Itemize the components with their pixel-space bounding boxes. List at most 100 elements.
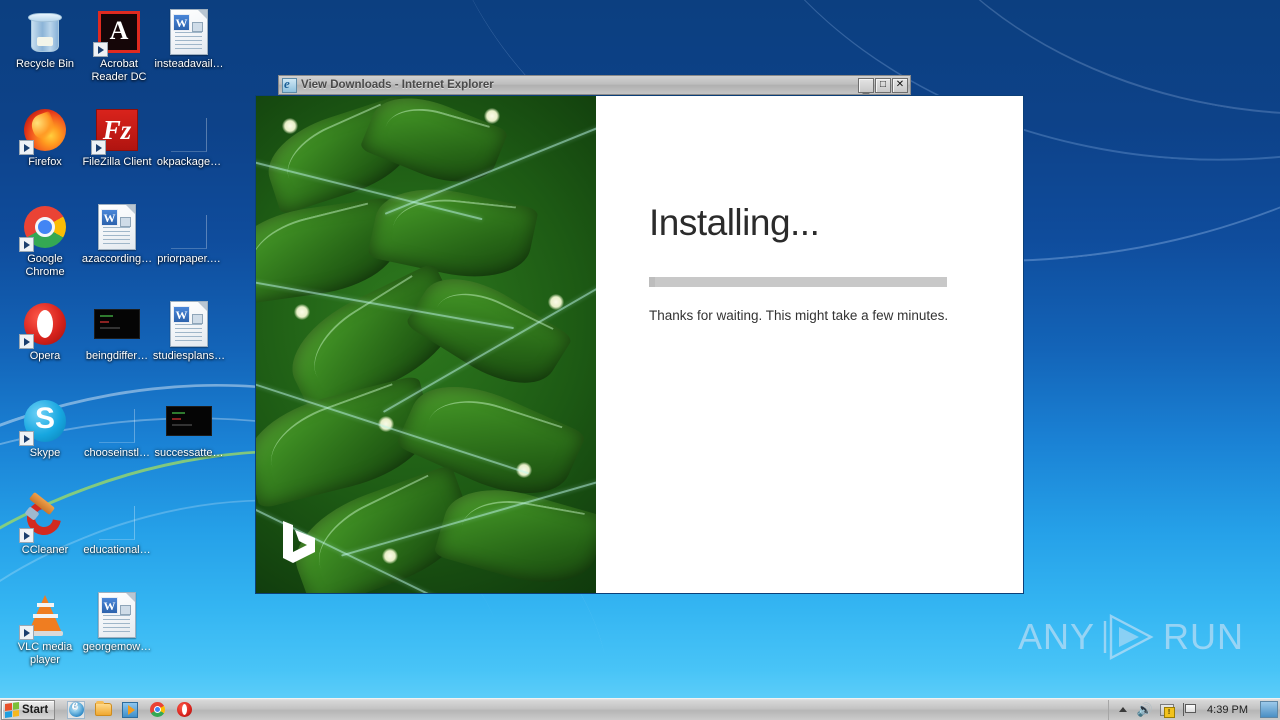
desktop-icon-art: W [93, 591, 141, 639]
media-player-icon [122, 701, 139, 718]
desktop-icon[interactable]: chooseinstl… [80, 397, 154, 460]
play-triangle-logo [1103, 614, 1154, 660]
desktop-icon-art [165, 397, 213, 445]
desktop-icon[interactable]: priorpaper.… [152, 203, 226, 266]
desktop-icon-label: insteadavail… [154, 58, 224, 70]
desktop-icon[interactable]: Opera [8, 300, 82, 363]
install-status-panel: Installing... Thanks for waiting. This m… [596, 96, 1023, 593]
taskbar-item-media-player[interactable] [121, 701, 139, 719]
desktop-icon-label: azaccording… [81, 253, 153, 265]
desktop-icon-label: Firefox [28, 156, 62, 168]
maximize-button[interactable]: □ [875, 77, 891, 93]
minimize-icon: _ [862, 80, 870, 95]
shortcut-arrow-icon [19, 237, 34, 252]
blank-file-icon [171, 205, 207, 249]
desktop-icon-label: priorpaper.… [157, 253, 221, 265]
desktop-icon-label: successatte… [154, 447, 224, 459]
taskbar-item-opera[interactable] [175, 701, 193, 719]
desktop-icon[interactable]: CCleaner [8, 491, 82, 557]
desktop-icon-label: VLC media player [17, 641, 73, 666]
desktop-icon[interactable]: S Skype [8, 397, 82, 460]
desktop-icon[interactable]: VLC media player [8, 591, 82, 666]
internet-explorer-icon [68, 698, 84, 717]
taskbar-item-windows-explorer[interactable] [94, 701, 112, 719]
start-button[interactable]: Start [1, 699, 56, 720]
window-title: View Downloads - Internet Explorer [301, 79, 494, 91]
desktop-icon[interactable]: successatte… [152, 397, 226, 460]
desktop-icon[interactable]: Firefox [8, 106, 82, 169]
desktop-icon[interactable]: Recycle Bin [8, 8, 82, 71]
desktop-icon-art [93, 300, 141, 348]
window-titlebar[interactable]: View Downloads - Internet Explorer _ □ ✕ [278, 75, 911, 95]
taskbar: Start 🔊 4:39 PM [0, 698, 1280, 720]
console-window-icon [94, 309, 140, 339]
internet-explorer-icon [282, 76, 297, 93]
folder-icon [94, 701, 112, 716]
leaf-shape [367, 176, 539, 290]
desktop-icon-art [165, 203, 213, 251]
recycle-bin-icon [27, 11, 63, 53]
desktop-icon-art: W [165, 300, 213, 348]
desktop-icon-art: A [93, 8, 143, 57]
close-icon: ✕ [895, 79, 905, 90]
anyrun-watermark: ANY RUN [1018, 612, 1244, 662]
shortcut-arrow-icon [19, 140, 34, 155]
desktop-icon-label: Google Chrome [25, 253, 65, 278]
desktop-icon[interactable]: educational… [80, 494, 154, 557]
desktop-icon-art [19, 106, 69, 155]
desktop-icon-label: CCleaner [21, 544, 69, 556]
taskbar-clock[interactable]: 4:39 PM [1203, 704, 1252, 716]
show-desktop-button[interactable] [1260, 701, 1278, 718]
shortcut-arrow-icon [19, 334, 34, 349]
quick-launch-bar [67, 698, 193, 719]
desktop-icon-label: Skype [29, 447, 61, 459]
desktop-icon[interactable]: A Acrobat Reader DC [82, 8, 156, 83]
anyrun-run-text: RUN [1163, 616, 1245, 657]
desktop-icon-art [19, 491, 69, 543]
taskbar-item-google-chrome[interactable] [148, 701, 166, 719]
desktop-icon-art: S [19, 397, 69, 446]
word-document-icon: W [98, 592, 136, 638]
shortcut-arrow-icon [19, 528, 34, 543]
action-center-flag-icon[interactable] [1181, 702, 1197, 717]
console-window-icon [166, 406, 212, 436]
desktop-icon-art [93, 494, 141, 542]
chrome-icon [149, 702, 165, 717]
system-tray: 🔊 4:39 PM [1108, 699, 1280, 720]
shortcut-arrow-icon [93, 42, 108, 57]
bing-logo [283, 521, 315, 563]
shortcut-arrow-icon [19, 625, 34, 640]
leaf-tip [282, 118, 298, 134]
volume-icon[interactable]: 🔊 [1136, 702, 1152, 717]
internet-explorer-window[interactable]: View Downloads - Internet Explorer _ □ ✕ [278, 75, 911, 95]
desktop-icon[interactable]: Fz FileZilla Client [80, 106, 154, 169]
network-warning-icon[interactable] [1159, 702, 1175, 718]
desktop-icon[interactable]: Google Chrome [8, 203, 82, 278]
desktop-icon[interactable]: W studiesplans… [152, 300, 226, 363]
desktop-icon-label: georgemow… [82, 641, 152, 653]
desktop-icon-label: Recycle Bin [15, 58, 75, 70]
leaf-tip [294, 304, 310, 320]
desktop-icon[interactable]: W insteadavail… [152, 8, 226, 71]
desktop-icon-label: okpackage… [156, 156, 222, 168]
taskbar-item-internet-explorer[interactable] [67, 698, 86, 719]
window-controls: _ □ ✕ [858, 77, 908, 95]
minimize-button[interactable]: _ [858, 77, 874, 95]
desktop-icon-art [93, 397, 141, 445]
desktop-icon[interactable]: okpackage… [152, 106, 226, 169]
close-button[interactable]: ✕ [892, 77, 908, 93]
desktop-icon-label: beingdiffer… [85, 350, 149, 362]
page-title: Installing... [649, 202, 820, 243]
shortcut-arrow-icon [19, 431, 34, 446]
desktop-icon-art [19, 203, 69, 252]
desktop-icon-label: FileZilla Client [82, 156, 152, 168]
install-subtext: Thanks for waiting. This might take a fe… [649, 308, 949, 323]
desktop-icon[interactable]: W azaccording… [80, 203, 154, 266]
show-hidden-icons-button[interactable] [1115, 702, 1130, 717]
opera-icon [176, 702, 192, 717]
bing-hero-image [256, 96, 596, 593]
anyrun-any-text: ANY [1018, 616, 1096, 657]
desktop-icon[interactable]: W georgemow… [80, 591, 154, 654]
desktop-icon[interactable]: beingdiffer… [80, 300, 154, 363]
desktop-icon-art [21, 8, 69, 56]
